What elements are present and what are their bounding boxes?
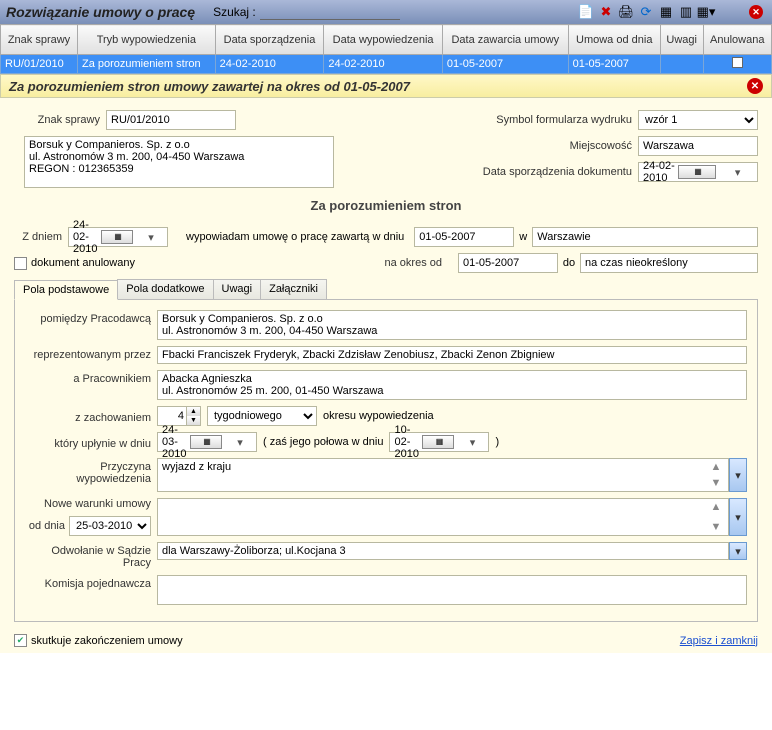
titlebar: Rozwiązanie umowy o pracę Szukaj : 📄 ✖ 🖨…	[0, 0, 772, 24]
chevron-down-icon[interactable]: ▾	[224, 436, 254, 449]
calendar-icon[interactable]: ▦	[101, 230, 133, 244]
col-header[interactable]: Data sporządzenia	[215, 25, 324, 55]
table-row[interactable]: RU/01/2010 Za porozumieniem stron 24-02-…	[1, 55, 772, 74]
nowe-label: Nowe warunki umowy	[25, 498, 151, 510]
zzach-unit-select[interactable]: tygodniowego	[207, 406, 317, 426]
tab-uwagi[interactable]: Uwagi	[213, 279, 262, 299]
data-grid[interactable]: Znak sprawy Tryb wypowiedzenia Data spor…	[0, 24, 772, 74]
search-input[interactable]	[260, 4, 400, 20]
anulowany-label: dokument anulowany	[31, 257, 135, 269]
odw-label: Odwołanie w Sądzie Pracy	[25, 542, 157, 569]
col-header[interactable]: Data zawarcia umowy	[442, 25, 568, 55]
przy-label: Przyczyna wypowiedzenia	[25, 458, 157, 485]
skutkuje-checkbox[interactable]: ✔	[14, 634, 27, 647]
skutkuje-label: skutkuje zakończeniem umowy	[31, 635, 183, 647]
zzach-label: z zachowaniem	[25, 409, 157, 424]
zdniem-date[interactable]: 24-02-2010▦▾	[68, 227, 168, 247]
znak-label: Znak sprawy	[14, 114, 106, 126]
symform-label: Symbol formularza wydruku	[496, 114, 638, 126]
form-area: Znak sprawy Symbol formularza wydruku wz…	[0, 98, 772, 628]
nowe-dropdown[interactable]: ▾	[729, 498, 747, 536]
col-header[interactable]: Uwagi	[660, 25, 703, 55]
miejsc-input[interactable]	[638, 136, 758, 156]
aprac-field[interactable]: Abacka Agnieszka ul. Astronomów 25 m. 20…	[157, 370, 747, 400]
ktory-label: który upłynie w dniu	[25, 435, 157, 450]
delete-icon[interactable]: ✖	[597, 3, 615, 21]
oddnia-select[interactable]: 25-03-2010	[69, 516, 151, 536]
col-header[interactable]: Tryb wypowiedzenia	[77, 25, 215, 55]
footer: ✔ skutkuje zakończeniem umowy Zapisz i z…	[0, 628, 772, 653]
zas-date[interactable]: 10-02-2010▦▾	[389, 432, 489, 452]
columns-icon[interactable]: ▥	[677, 3, 695, 21]
anulowany-checkbox[interactable]	[14, 257, 27, 270]
naokres-input[interactable]	[458, 253, 558, 273]
save-close-link[interactable]: Zapisz i zamknij	[680, 635, 758, 647]
tabs: Pola podstawowe Pola dodatkowe Uwagi Zał…	[14, 279, 758, 300]
tab-pola-podstawowe[interactable]: Pola podstawowe	[14, 280, 118, 300]
anulowana-checkbox[interactable]	[732, 57, 743, 68]
dspd-date[interactable]: 24-02-2010▦▾	[638, 162, 758, 182]
scroll-up-icon[interactable]: ▲	[711, 501, 722, 513]
zzach-spinner[interactable]: ▲▼	[157, 406, 201, 426]
new-doc-icon[interactable]: 📄	[577, 3, 595, 21]
tab-body: pomiędzy Pracodawcą Borsuk y Companieros…	[14, 300, 758, 622]
przy-field[interactable]: wyjazd z kraju▲▼	[157, 458, 729, 492]
repre-label: reprezentowanym przez	[25, 346, 157, 361]
odw-dropdown[interactable]: ▾	[729, 542, 747, 560]
wyp-date-input[interactable]	[414, 227, 514, 247]
app-title: Rozwiązanie umowy o pracę	[6, 4, 195, 20]
col-header[interactable]: Data wypowiedzenia	[324, 25, 443, 55]
company-textarea[interactable]: Borsuk y Companieros. Sp. z o.o ul. Astr…	[24, 136, 334, 188]
scroll-down-icon[interactable]: ▼	[711, 477, 722, 489]
kom-label: Komisja pojednawcza	[25, 575, 157, 590]
scroll-down-icon[interactable]: ▼	[711, 521, 722, 533]
do-input[interactable]	[580, 253, 758, 273]
dspd-label: Data sporządzenia dokumentu	[458, 166, 638, 178]
scroll-up-icon[interactable]: ▲	[711, 461, 722, 473]
form-icon[interactable]: ▦	[657, 3, 675, 21]
ktory-date[interactable]: 24-03-2010▦▾	[157, 432, 257, 452]
calendar-icon[interactable]: ▦	[422, 435, 454, 449]
detail-header: Za porozumieniem stron umowy zawartej na…	[0, 74, 772, 98]
aprac-label: a Pracownikiem	[25, 370, 157, 385]
miejsc-label: Miejscowość	[458, 140, 638, 152]
chevron-down-icon[interactable]: ▾	[456, 436, 486, 449]
search-label: Szukaj :	[213, 5, 256, 19]
calendar-icon[interactable]: ▦	[190, 435, 222, 449]
pomiedzy-label: pomiędzy Pracodawcą	[25, 310, 157, 325]
spin-up-icon[interactable]: ▲	[186, 407, 200, 416]
window-close-icon[interactable]: ✕	[747, 3, 765, 21]
tab-pola-dodatkowe[interactable]: Pola dodatkowe	[117, 279, 213, 299]
symform-select[interactable]: wzór 1	[638, 110, 758, 130]
detail-close-icon[interactable]: ✕	[747, 78, 763, 94]
col-header[interactable]: Umowa od dnia	[568, 25, 660, 55]
wyp-text: wypowiadam umowę o pracę zawartą w dniu	[186, 231, 404, 243]
chevron-down-icon[interactable]: ▾	[718, 166, 755, 179]
col-header[interactable]: Anulowana	[703, 25, 771, 55]
odw-field[interactable]: dla Warszawy-Żoliborza; ul.Kocjana 3	[157, 542, 729, 560]
naokres-label: na okres od	[385, 257, 448, 269]
tab-zalaczniki[interactable]: Załączniki	[260, 279, 327, 299]
w-input[interactable]	[532, 227, 758, 247]
kom-field[interactable]	[157, 575, 747, 605]
calendar-icon[interactable]: ▦	[678, 165, 717, 179]
zdniem-label: Z dniem	[14, 231, 68, 243]
oddnia-label: od dnia	[29, 520, 65, 532]
col-header[interactable]: Znak sprawy	[1, 25, 78, 55]
znak-input[interactable]	[106, 110, 236, 130]
pomiedzy-field[interactable]: Borsuk y Companieros. Sp. z o.o ul. Astr…	[157, 310, 747, 340]
detail-title: Za porozumieniem stron umowy zawartej na…	[9, 79, 747, 94]
print-icon[interactable]: 🖨	[617, 3, 635, 21]
refresh-icon[interactable]: ⟳	[637, 3, 655, 21]
chevron-down-icon[interactable]: ▾	[135, 231, 165, 244]
section-title: Za porozumieniem stron	[14, 198, 758, 213]
repre-field[interactable]: Fbacki Franciszek Fryderyk, Zbacki Zdzis…	[157, 346, 747, 364]
grid-menu-icon[interactable]: ▦▾	[697, 3, 715, 21]
nowe-field[interactable]: ▲▼	[157, 498, 729, 536]
przy-dropdown[interactable]: ▾	[729, 458, 747, 492]
